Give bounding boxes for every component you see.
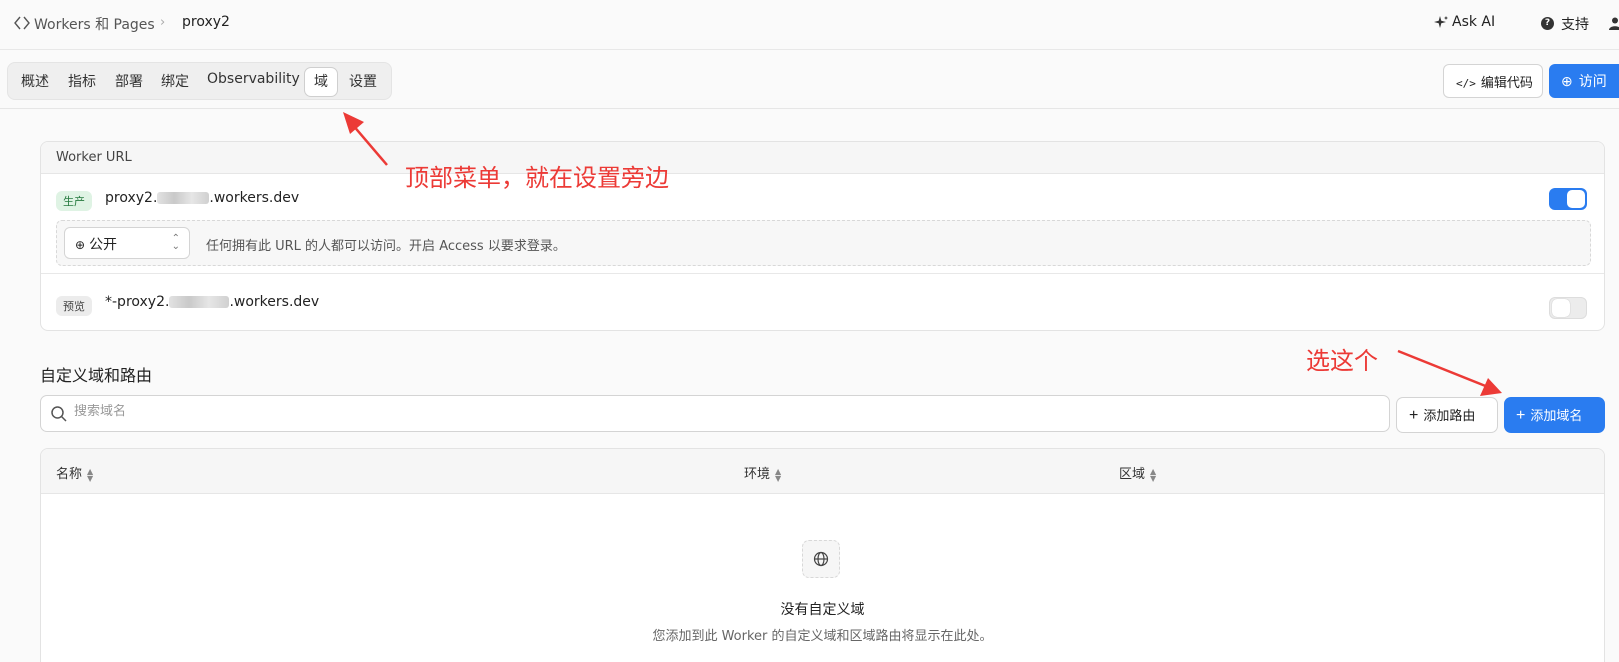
add-route-label: 添加路由 xyxy=(1423,408,1476,423)
tab-domains[interactable]: 域 xyxy=(304,67,338,97)
preview-url[interactable]: *-proxy2. .workers.dev xyxy=(105,294,319,310)
annotation-menu-note: 顶部菜单，就在设置旁边 xyxy=(405,164,669,192)
tab-metrics[interactable]: 指标 xyxy=(68,71,96,91)
support-button[interactable]: 支持 xyxy=(1561,14,1589,34)
visit-label: 访问 xyxy=(1578,73,1607,89)
production-badge: 生产 xyxy=(56,191,92,211)
custom-domains-title: 自定义域和路由 xyxy=(40,366,153,385)
search-input[interactable] xyxy=(74,404,1374,419)
visibility-value: 公开 xyxy=(89,237,118,253)
add-domain-button[interactable]: + 添加域名 xyxy=(1504,397,1605,433)
ask-ai-button[interactable]: Ask AI xyxy=(1452,14,1495,30)
worker-url-title: Worker URL xyxy=(41,142,1604,174)
breadcrumb-workers-link[interactable]: Workers 和 Pages xyxy=(34,14,155,34)
tab-bindings[interactable]: 绑定 xyxy=(161,71,189,91)
add-domain-label: 添加域名 xyxy=(1530,408,1583,423)
column-name[interactable]: 名称 ▲ ▼ xyxy=(56,463,93,482)
production-toggle[interactable] xyxy=(1549,188,1587,210)
preview-badge: 预览 xyxy=(56,296,92,316)
redacted-subdomain xyxy=(169,296,230,308)
annotation-arrow-to-add-domain xyxy=(1397,349,1502,396)
tab-deployments[interactable]: 部署 xyxy=(115,71,143,91)
production-url-suffix: .workers.dev xyxy=(209,190,300,206)
sort-icon: ▲ ▼ xyxy=(1150,466,1157,483)
chevron-updown-icon: ⌃ ⌄ xyxy=(171,233,180,252)
plus-icon: + xyxy=(1516,407,1526,424)
preview-url-suffix: .workers.dev xyxy=(229,294,320,310)
search-icon xyxy=(51,406,67,422)
access-description: 任何拥有此 URL 的人都可以访问。开启 Access 以要求登录。 xyxy=(206,239,566,254)
column-zone[interactable]: 区域 ▲ ▼ xyxy=(1119,463,1156,482)
visibility-select[interactable]: ⊕ 公开 ⌃ ⌄ xyxy=(64,227,190,259)
add-route-button[interactable]: + 添加路由 xyxy=(1396,397,1498,433)
sparkle-icon xyxy=(1434,16,1448,28)
preview-url-prefix: *-proxy2. xyxy=(105,294,170,310)
breadcrumb-current: proxy2 xyxy=(182,14,230,30)
sort-icon: ▲ ▼ xyxy=(87,466,94,483)
user-icon[interactable] xyxy=(1608,16,1619,30)
globe-icon: ⊕ xyxy=(1561,73,1573,89)
worker-tabs: 概述 指标 部署 绑定 Observability 域 设置 xyxy=(7,62,392,100)
tab-settings[interactable]: 设置 xyxy=(349,71,377,91)
column-zone-label: 区域 xyxy=(1119,467,1146,482)
production-url[interactable]: proxy2. .workers.dev xyxy=(105,190,299,206)
top-bar: Workers 和 Pages › proxy2 Ask AI ? 支持 xyxy=(0,0,1619,50)
empty-state-description: 您添加到此 Worker 的自定义域和区域路由将显示在此处。 xyxy=(652,629,993,644)
plus-icon: + xyxy=(1409,407,1419,424)
empty-globe-icon xyxy=(802,540,840,578)
help-icon: ? xyxy=(1541,17,1554,30)
tab-observability[interactable]: Observability xyxy=(207,71,300,87)
column-name-label: 名称 xyxy=(56,467,83,482)
annotation-select-note: 选这个 xyxy=(1306,347,1378,375)
preview-toggle[interactable] xyxy=(1549,297,1587,319)
edit-code-label: 编辑代码 xyxy=(1480,74,1533,90)
breadcrumb-chevron-icon: › xyxy=(160,15,166,30)
column-environment[interactable]: 环境 ▲ ▼ xyxy=(744,463,781,482)
card-divider xyxy=(41,273,1604,274)
globe-icon: ⊕ xyxy=(75,238,86,252)
worker-url-card: Worker URL 生产 proxy2. .workers.dev ⊕ 公开 ⌃ ⌄… xyxy=(40,141,1605,331)
redacted-subdomain xyxy=(157,192,210,204)
tab-overview[interactable]: 概述 xyxy=(21,71,49,91)
domain-search xyxy=(40,395,1390,432)
table-header: 名称 ▲ ▼ 环境 ▲ ▼ 区域 ▲ ▼ xyxy=(41,449,1604,494)
production-url-prefix: proxy2. xyxy=(105,190,158,206)
header-divider xyxy=(0,108,1619,109)
access-box: ⊕ 公开 ⌃ ⌄ 任何拥有此 URL 的人都可以访问。开启 Access 以要求登录… xyxy=(56,220,1591,266)
workers-diamond-icon xyxy=(14,16,30,30)
visit-button[interactable]: ⊕ 访问 xyxy=(1549,64,1619,98)
column-environment-label: 环境 xyxy=(744,467,771,482)
domains-table: 名称 ▲ ▼ 环境 ▲ ▼ 区域 ▲ ▼ 没有自定义域 您添加到此 Worker 的自定义域… xyxy=(40,448,1605,662)
code-icon: </> xyxy=(1456,76,1476,90)
sort-icon: ▲ ▼ xyxy=(775,466,782,483)
empty-state-title: 没有自定义域 xyxy=(780,602,865,618)
edit-code-button[interactable]: </> 编辑代码 xyxy=(1443,64,1543,98)
